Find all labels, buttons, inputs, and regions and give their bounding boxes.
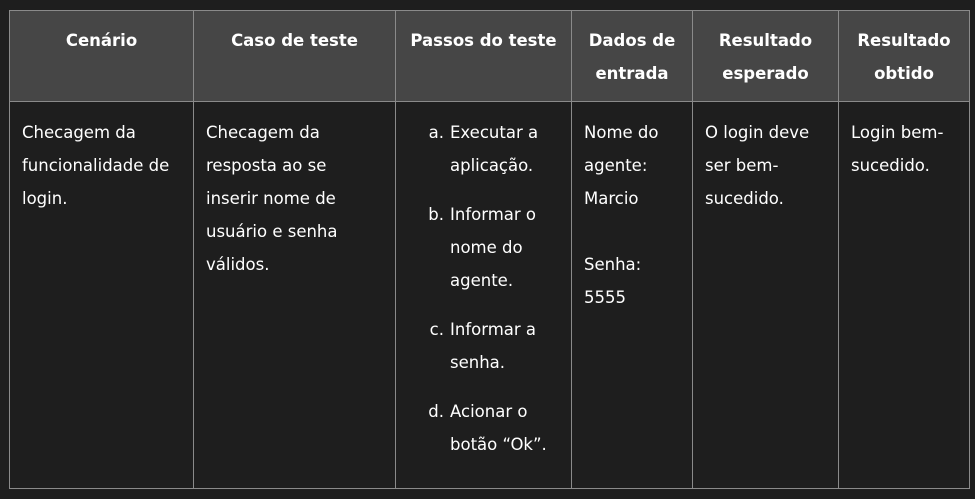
cell-dados-de-entrada: Nome do agente: Marcio Senha: 5555 <box>571 101 693 489</box>
step-marker: b. <box>428 205 444 224</box>
header-row: Cenário Caso de teste Passos do teste Da… <box>9 10 970 102</box>
header-dados-de-entrada: Dados de entrada <box>571 10 693 102</box>
steps-list: a. Executar a aplicação. b. Informar o n… <box>408 116 563 461</box>
step-marker: d. <box>428 402 444 421</box>
test-case-table: Cenário Caso de teste Passos do teste Da… <box>9 10 970 489</box>
header-resultado-esperado: Resultado esperado <box>692 10 839 102</box>
step-text: Informar o nome do agente. <box>450 205 537 290</box>
header-resultado-obtido: Resultado obtido <box>838 10 970 102</box>
list-item: b. Informar o nome do agente. <box>408 198 563 297</box>
step-text: Informar a senha. <box>450 320 537 372</box>
list-item: d. Acionar o botão “Ok”. <box>408 395 563 461</box>
input-agent-name: Nome do agente: Marcio <box>584 123 659 208</box>
list-item: a. Executar a aplicação. <box>408 116 563 182</box>
step-text: Acionar o botão “Ok”. <box>450 402 547 454</box>
header-cenario: Cenário <box>9 10 194 102</box>
step-marker: a. <box>428 123 444 142</box>
list-item: c. Informar a senha. <box>408 313 563 379</box>
step-text: Executar a aplicação. <box>450 123 539 175</box>
step-marker: c. <box>429 320 444 339</box>
cell-resultado-esperado: O login deve ser bem-sucedido. <box>692 101 839 489</box>
table-row: Checagem da funcionalidade de login. Che… <box>9 101 970 489</box>
cell-passos-do-teste: a. Executar a aplicação. b. Informar o n… <box>395 101 572 489</box>
header-passos-do-teste: Passos do teste <box>395 10 572 102</box>
cell-resultado-obtido: Login bem-sucedido. <box>838 101 970 489</box>
header-caso-de-teste: Caso de teste <box>193 10 396 102</box>
test-case-table-container: Cenário Caso de teste Passos do teste Da… <box>9 10 970 489</box>
input-password: Senha: 5555 <box>584 255 642 307</box>
cell-cenario: Checagem da funcionalidade de login. <box>9 101 194 489</box>
cell-caso-de-teste: Checagem da resposta ao se inserir nome … <box>193 101 396 489</box>
